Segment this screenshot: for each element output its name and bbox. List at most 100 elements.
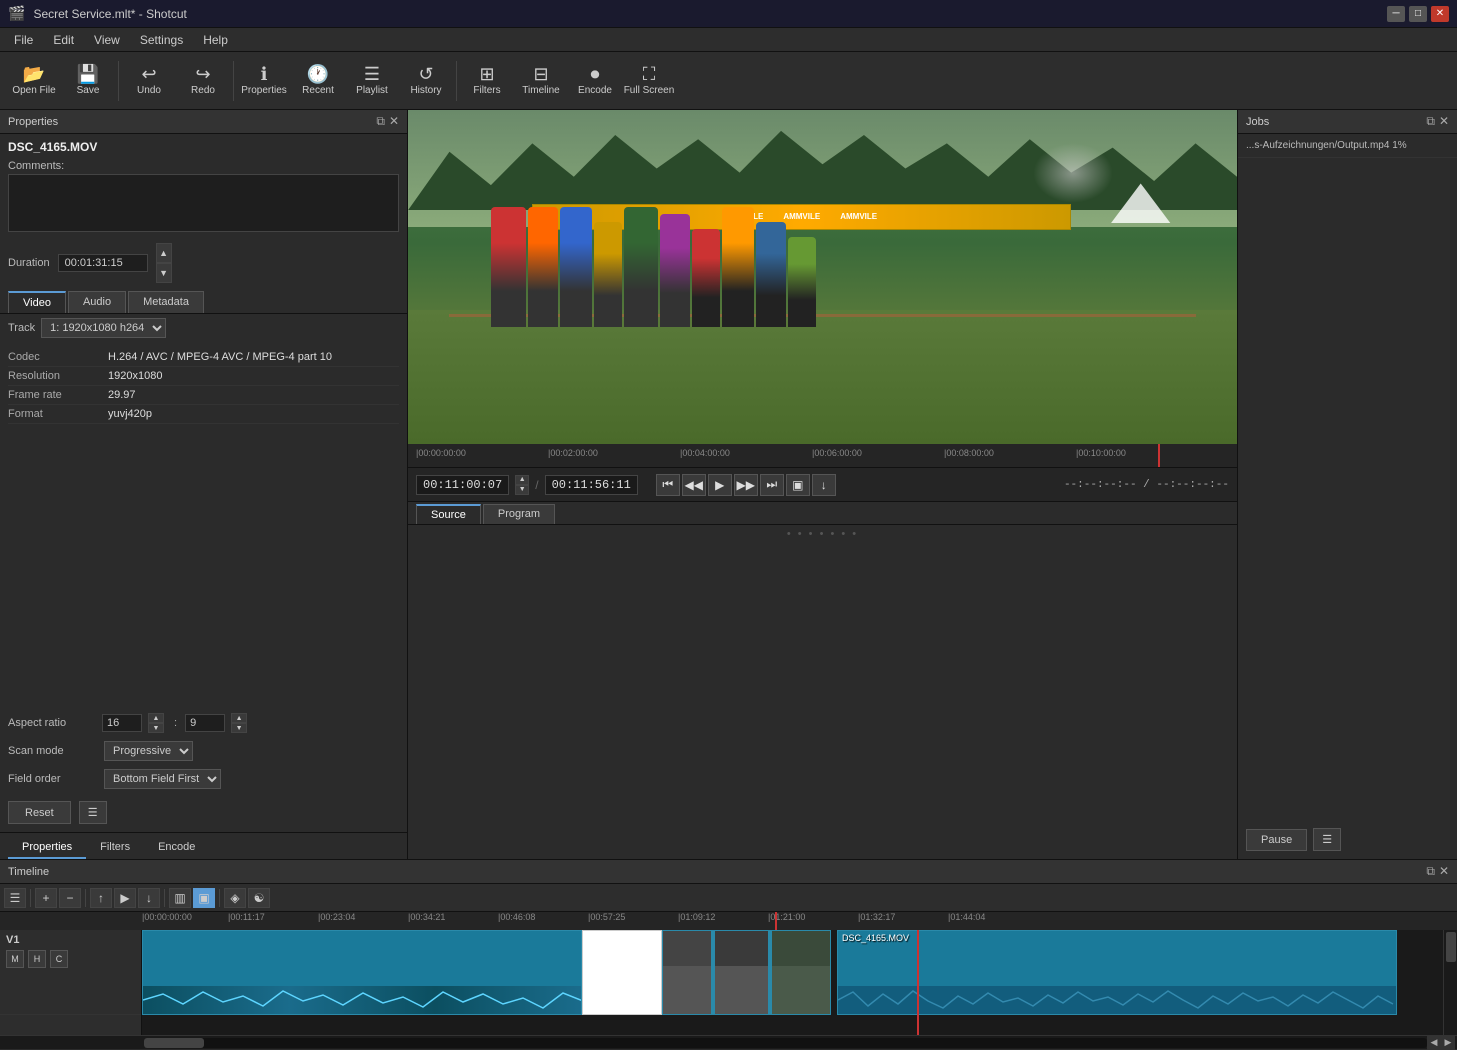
duration-up[interactable]: ▲ xyxy=(156,243,172,263)
aspect-h-up[interactable]: ▲ xyxy=(231,713,247,723)
timeline-h-scrollbar[interactable]: ◀ ▶ xyxy=(0,1035,1457,1049)
loop-button[interactable]: ↓ xyxy=(812,474,836,496)
reset-button[interactable]: Reset xyxy=(8,801,71,824)
timeline-float-button[interactable]: ⧉ xyxy=(1426,864,1435,879)
tl-overwrite-button[interactable]: ▶ xyxy=(114,888,136,908)
playhead[interactable] xyxy=(1158,444,1160,467)
tab-metadata[interactable]: Metadata xyxy=(128,291,204,313)
play-button[interactable]: ▶ xyxy=(708,474,732,496)
redo-button[interactable]: ↪ Redo xyxy=(177,55,229,107)
duration-input[interactable] xyxy=(58,254,148,272)
tl-scrub-button[interactable]: ◈ xyxy=(224,888,246,908)
properties-button[interactable]: ℹ Properties xyxy=(238,55,290,107)
track-select[interactable]: 1: 1920x1080 h264 xyxy=(41,318,166,338)
duration-down[interactable]: ▼ xyxy=(156,263,172,283)
close-button[interactable]: ✕ xyxy=(1431,6,1449,22)
scrollbar-track-spacer xyxy=(2,1038,144,1048)
drag-handle[interactable]: • • • • • • • xyxy=(408,529,1237,539)
encode-button[interactable]: ⏺ Encode xyxy=(569,55,621,107)
bottom-tab-encode[interactable]: Encode xyxy=(144,837,209,859)
tl-add-button[interactable]: + xyxy=(35,888,57,908)
tl-lift-button[interactable]: ↑ xyxy=(90,888,112,908)
frame-forward-button[interactable]: ▶▶ xyxy=(734,474,758,496)
open-file-button[interactable]: 📂 Open File xyxy=(8,55,60,107)
frame-back-button[interactable]: ◀◀ xyxy=(682,474,706,496)
tl-extract-button[interactable]: ↓ xyxy=(138,888,160,908)
clip-thumb-3[interactable] xyxy=(771,930,831,1015)
jobs-title: Jobs xyxy=(1246,116,1269,128)
clip-gap[interactable] xyxy=(582,930,662,1015)
track-v-scrollbar[interactable] xyxy=(1443,930,1457,1035)
jobs-float-button[interactable]: ⧉ xyxy=(1426,114,1435,129)
video-timeline-ruler[interactable]: |00:00:00:00 |00:02:00:00 |00:04:00:00 |… xyxy=(408,444,1237,468)
ruler-tick-4: |00:08:00:00 xyxy=(944,448,994,458)
v1-hide-button[interactable]: H xyxy=(28,950,46,968)
pause-button[interactable]: Pause xyxy=(1246,829,1307,851)
minimize-button[interactable]: ─ xyxy=(1387,6,1405,22)
encode-icon: ⏺ xyxy=(591,65,600,83)
jobs-menu-button[interactable]: ☰ xyxy=(1313,828,1341,851)
toolbar-separator-3 xyxy=(456,61,457,101)
clip-main[interactable]: DSC_4165.MOV xyxy=(837,930,1397,1015)
v1-mute-button[interactable]: M xyxy=(6,950,24,968)
scrollbar-track[interactable] xyxy=(144,1038,1427,1048)
scan-mode-label: Scan mode xyxy=(8,745,98,757)
menu-file[interactable]: File xyxy=(4,31,43,49)
skip-to-start-button[interactable]: ⏮ xyxy=(656,474,680,496)
toggle-button[interactable]: ▣ xyxy=(786,474,810,496)
filters-button[interactable]: ⊞ Filters xyxy=(461,55,513,107)
scroll-right-button[interactable]: ▶ xyxy=(1441,1036,1455,1050)
history-button[interactable]: ↺ History xyxy=(400,55,452,107)
recent-button[interactable]: 🕐 Recent xyxy=(292,55,344,107)
jobs-close-button[interactable]: ✕ xyxy=(1439,114,1449,129)
playlist-button[interactable]: ☰ Playlist xyxy=(346,55,398,107)
tl-zoom-button[interactable]: ☯ xyxy=(248,888,270,908)
tab-audio[interactable]: Audio xyxy=(68,291,126,313)
clip-1[interactable] xyxy=(142,930,582,1015)
bottom-tab-filters[interactable]: Filters xyxy=(86,837,144,859)
timecode-down[interactable]: ▼ xyxy=(515,485,529,495)
properties-menu-button[interactable]: ☰ xyxy=(79,801,107,824)
scroll-left-button[interactable]: ◀ xyxy=(1427,1036,1441,1050)
tl-split-button[interactable]: ▥ xyxy=(169,888,191,908)
menu-edit[interactable]: Edit xyxy=(43,31,84,49)
timeline-close-button[interactable]: ✕ xyxy=(1439,864,1449,879)
tl-snap-button[interactable]: ▣ xyxy=(193,888,215,908)
properties-float-button[interactable]: ⧉ xyxy=(376,114,385,129)
tab-video[interactable]: Video xyxy=(8,291,66,313)
menu-help[interactable]: Help xyxy=(193,31,238,49)
source-tab[interactable]: Source xyxy=(416,504,481,524)
prop-framerate: Frame rate 29.97 xyxy=(8,386,399,405)
scan-mode-select[interactable]: Progressive xyxy=(104,741,193,761)
aspect-w-input[interactable] xyxy=(102,714,142,732)
timeline-playhead[interactable] xyxy=(917,930,919,1035)
program-tab[interactable]: Program xyxy=(483,504,555,524)
save-button[interactable]: 💾 Save xyxy=(62,55,114,107)
menu-settings[interactable]: Settings xyxy=(130,31,193,49)
menu-view[interactable]: View xyxy=(84,31,130,49)
v1-lock-button[interactable]: C xyxy=(50,950,68,968)
aspect-h-down[interactable]: ▼ xyxy=(231,723,247,733)
maximize-button[interactable]: □ xyxy=(1409,6,1427,22)
tl-menu-button[interactable]: ☰ xyxy=(4,888,26,908)
bottom-tab-properties[interactable]: Properties xyxy=(8,837,86,859)
field-order-select[interactable]: Bottom Field First xyxy=(104,769,221,789)
timecode-up[interactable]: ▲ xyxy=(515,475,529,485)
h-scroll-thumb[interactable] xyxy=(144,1038,204,1048)
tl-remove-button[interactable]: − xyxy=(59,888,81,908)
undo-button[interactable]: ↩ Undo xyxy=(123,55,175,107)
fullscreen-button[interactable]: ⛶ Full Screen xyxy=(623,55,675,107)
v-scroll-thumb[interactable] xyxy=(1446,932,1456,962)
aspect-w-down[interactable]: ▼ xyxy=(148,723,164,733)
clip-thumb-1[interactable] xyxy=(662,930,712,1015)
aspect-h-input[interactable] xyxy=(185,714,225,732)
current-timecode[interactable]: 00:11:00:07 xyxy=(416,475,509,495)
thumb-1-img xyxy=(663,931,711,966)
comments-input[interactable] xyxy=(8,174,399,232)
framerate-value: 29.97 xyxy=(108,389,399,401)
timeline-button[interactable]: ⊟ Timeline xyxy=(515,55,567,107)
clip-thumb-2[interactable] xyxy=(714,930,769,1015)
aspect-w-up[interactable]: ▲ xyxy=(148,713,164,723)
skip-to-end-button[interactable]: ⏭ xyxy=(760,474,784,496)
properties-close-button[interactable]: ✕ xyxy=(389,114,399,129)
